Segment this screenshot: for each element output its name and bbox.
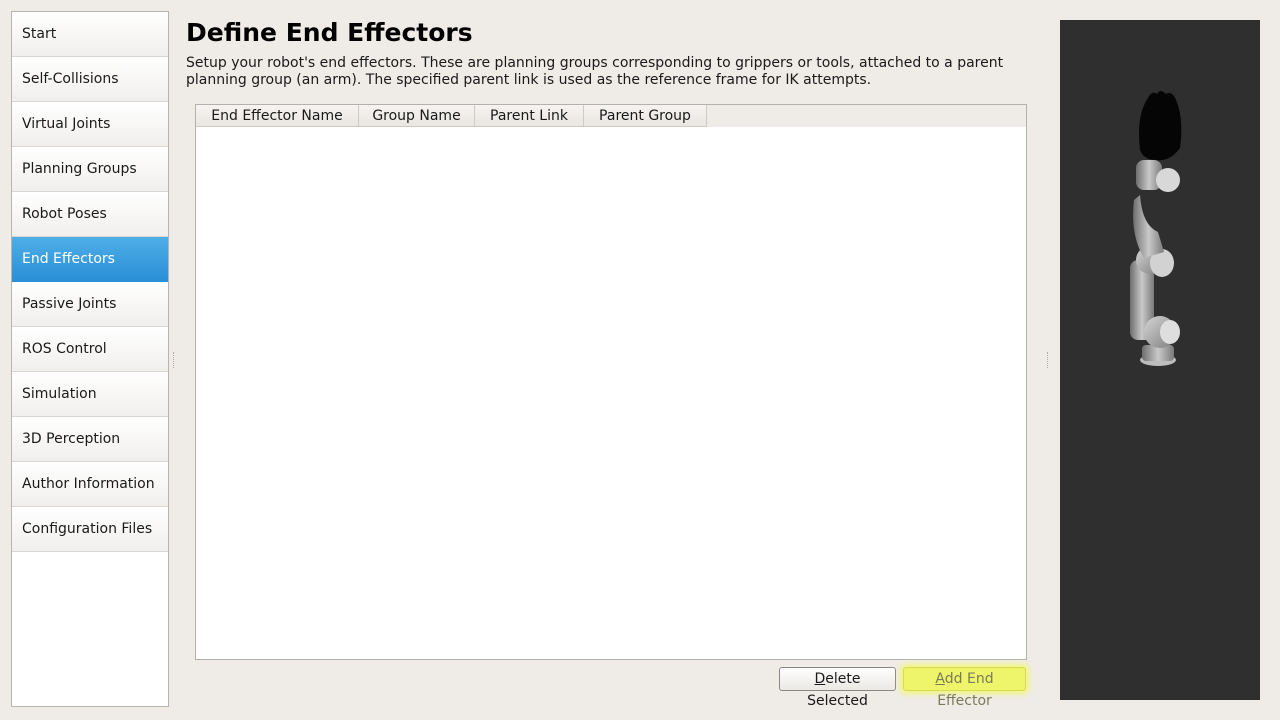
add-label: dd End Effector [937, 671, 994, 709]
sidebar-item-configuration-files[interactable]: Configuration Files [12, 507, 168, 552]
column-header-group-name[interactable]: Group Name [359, 105, 475, 127]
sidebar-item-label: Passive Joints [22, 296, 117, 312]
sidebar-item-author-information[interactable]: Author Information [12, 462, 168, 507]
left-splitter-handle[interactable] [173, 352, 176, 368]
table-header: End Effector Name Group Name Parent Link… [196, 105, 1026, 127]
add-mnemonic: A [935, 671, 945, 687]
sidebar-item-end-effectors[interactable]: End Effectors [12, 237, 168, 282]
sidebar-item-label: Author Information [22, 476, 155, 492]
sidebar-item-self-collisions[interactable]: Self-Collisions [12, 57, 168, 102]
sidebar-item-label: ROS Control [22, 341, 107, 357]
right-splitter-handle[interactable] [1047, 352, 1050, 368]
sidebar-item-label: Robot Poses [22, 206, 107, 222]
sidebar-item-3d-perception[interactable]: 3D Perception [12, 417, 168, 462]
sidebar-item-robot-poses[interactable]: Robot Poses [12, 192, 168, 237]
sidebar-nav: Start Self-Collisions Virtual Joints Pla… [11, 11, 169, 707]
column-header-parent-link[interactable]: Parent Link [475, 105, 584, 127]
sidebar-item-label: Self-Collisions [22, 71, 119, 87]
sidebar-item-passive-joints[interactable]: Passive Joints [12, 282, 168, 327]
sidebar-item-simulation[interactable]: Simulation [12, 372, 168, 417]
sidebar-item-label: Configuration Files [22, 521, 153, 537]
sidebar-item-label: Start [22, 26, 57, 42]
sidebar-item-label: 3D Perception [22, 431, 121, 447]
end-effectors-table[interactable]: End Effector Name Group Name Parent Link… [195, 104, 1027, 660]
column-header-end-effector-name[interactable]: End Effector Name [196, 105, 359, 127]
add-end-effector-button[interactable]: Add End Effector [903, 667, 1026, 709]
robot-3d-viewport[interactable] [1060, 20, 1260, 700]
page-description: Setup your robot's end effectors. These … [186, 55, 1004, 88]
sidebar-item-virtual-joints[interactable]: Virtual Joints [12, 102, 168, 147]
sidebar-item-label: Simulation [22, 386, 97, 402]
delete-mnemonic: D [814, 671, 826, 687]
robot-arm-model [1130, 91, 1182, 366]
sidebar-item-start[interactable]: Start [12, 12, 168, 57]
sidebar-item-label: Planning Groups [22, 161, 137, 177]
column-header-parent-group[interactable]: Parent Group [584, 105, 707, 127]
sidebar-item-ros-control[interactable]: ROS Control [12, 327, 168, 372]
delete-selected-button[interactable]: Delete Selected [779, 667, 896, 709]
sidebar-item-label: End Effectors [22, 251, 115, 267]
sidebar-item-planning-groups[interactable]: Planning Groups [12, 147, 168, 192]
sidebar-item-label: Virtual Joints [22, 116, 111, 132]
page-title: Define End Effectors [186, 18, 473, 47]
